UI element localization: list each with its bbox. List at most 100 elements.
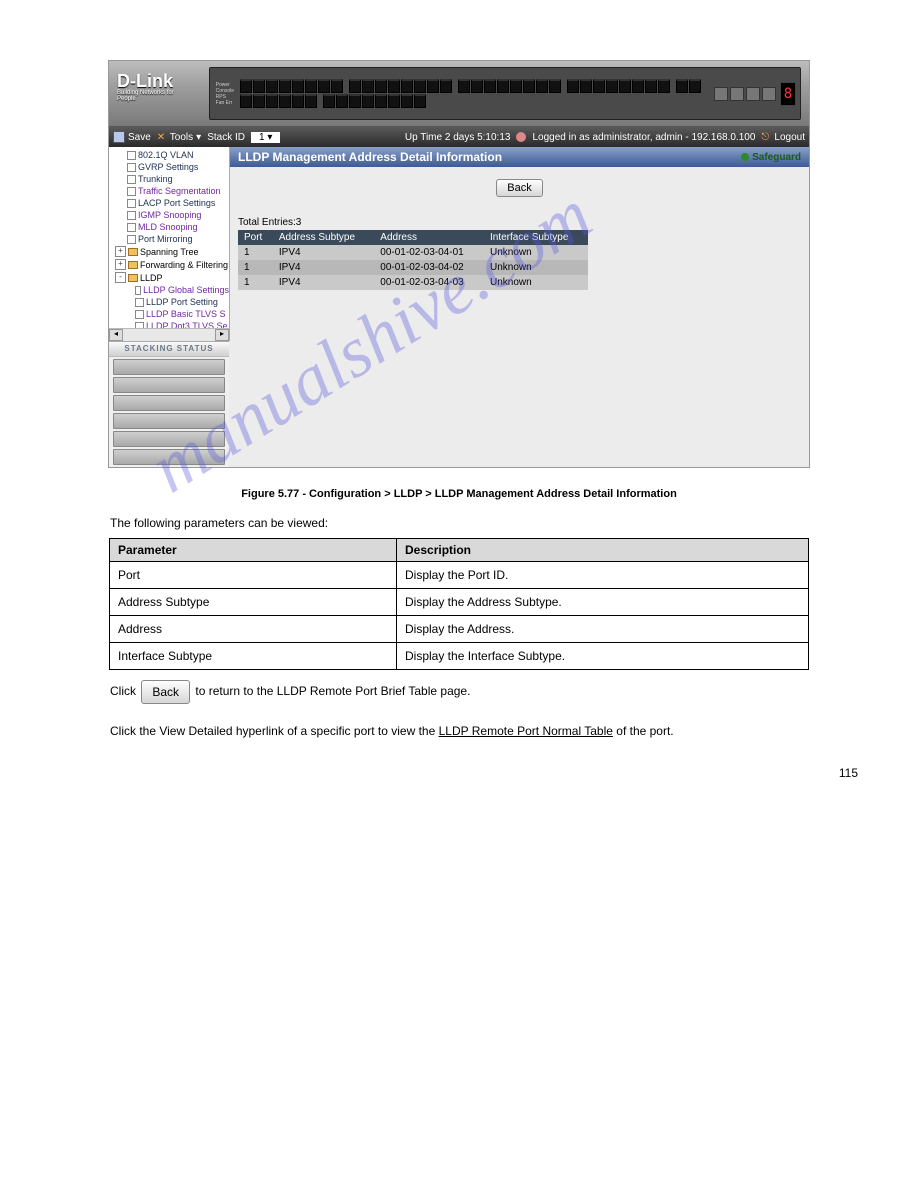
tree-item[interactable]: +Spanning Tree — [113, 245, 229, 258]
stack-id-label: Stack ID — [207, 132, 245, 143]
folder-icon — [128, 261, 138, 269]
sfp-port — [746, 87, 760, 101]
intro-text: The following parameters can be viewed: — [110, 516, 818, 530]
tree-item[interactable]: LLDP Port Setting — [113, 296, 229, 308]
ethernet-port — [266, 94, 278, 108]
expander-icon[interactable]: + — [115, 259, 126, 270]
ethernet-port — [536, 79, 548, 93]
text-fragment: of the port. — [616, 724, 673, 738]
stack-unit[interactable] — [113, 413, 225, 429]
table-cell: 1 — [238, 275, 273, 290]
page-title: LLDP Management Address Detail Informati… — [238, 150, 502, 164]
param-header: Description — [397, 539, 809, 562]
parameter-table: Parameter Description PortDisplay the Po… — [109, 538, 809, 670]
text-fragment: Click the View Detailed hyperlink of a s… — [110, 724, 439, 738]
expander-icon[interactable]: + — [115, 246, 126, 257]
tree-item[interactable]: -LLDP — [113, 271, 229, 284]
document-icon — [127, 199, 136, 208]
back-button[interactable]: Back — [496, 179, 542, 197]
expander-icon[interactable]: - — [115, 272, 126, 283]
tree-label: IGMP Snooping — [138, 210, 201, 220]
page-number: 115 — [839, 766, 858, 780]
stack-unit[interactable] — [113, 431, 225, 447]
led-console: Console — [216, 88, 234, 94]
tree-item[interactable]: IGMP Snooping — [113, 209, 229, 221]
stack-unit[interactable] — [113, 377, 225, 393]
table-cell: Display the Port ID. — [397, 562, 809, 589]
tree-item[interactable]: +Forwarding & Filtering — [113, 258, 229, 271]
table-cell: 00-01-02-03-04-01 — [374, 245, 484, 260]
ethernet-port — [401, 79, 413, 93]
ethernet-port — [580, 79, 592, 93]
tree-label: GVRP Settings — [138, 162, 198, 172]
ethernet-port — [658, 79, 670, 93]
tree-label: LLDP Basic TLVS S — [146, 309, 226, 319]
tree-hscroll[interactable]: ◂ ▸ — [109, 328, 229, 341]
table-row: 1IPV400-01-02-03-04-01Unknown — [238, 245, 588, 260]
stack-unit[interactable] — [113, 359, 225, 375]
tree-label: LACP Port Settings — [138, 198, 215, 208]
document-icon — [127, 187, 136, 196]
tree-item[interactable]: GVRP Settings — [113, 161, 229, 173]
ethernet-port — [253, 94, 265, 108]
scroll-right-icon[interactable]: ▸ — [215, 329, 229, 341]
document-icon — [127, 151, 136, 160]
uptime-text: Up Time 2 days 5:10:13 — [405, 132, 511, 143]
ethernet-port — [645, 79, 657, 93]
ethernet-port — [523, 79, 535, 93]
tree-label: Trunking — [138, 174, 173, 184]
ethernet-port — [427, 79, 439, 93]
brand-tagline: Building Networks for People — [117, 90, 193, 102]
document-icon — [127, 211, 136, 220]
device-header: D-Link Building Networks for People Powe… — [109, 61, 809, 127]
login-text: Logged in as administrator, admin - 192.… — [532, 132, 755, 143]
tree-item[interactable]: Port Mirroring — [113, 233, 229, 245]
tree-item[interactable]: LLDP Global Settings — [113, 284, 229, 296]
ethernet-port — [388, 79, 400, 93]
table-row: 1IPV400-01-02-03-04-03Unknown — [238, 275, 588, 290]
ethernet-port — [331, 79, 343, 93]
content-body: Back Total Entries:3 PortAddress Subtype… — [230, 167, 809, 467]
table-row: 1IPV400-01-02-03-04-02Unknown — [238, 260, 588, 275]
tree-item[interactable]: Trunking — [113, 173, 229, 185]
logout-button[interactable]: ⎋ Logout — [761, 132, 805, 143]
stack-id-value: 1 — [259, 132, 265, 143]
main-split: 802.1Q VLANGVRP Settings TrunkingTraffic … — [109, 147, 809, 467]
stack-unit[interactable] — [113, 449, 225, 465]
link-text: LLDP Remote Port Normal Table — [439, 724, 613, 738]
scroll-left-icon[interactable]: ◂ — [109, 329, 123, 341]
stack-id-select[interactable]: 1 ▾ — [251, 132, 280, 143]
tools-label: Tools — [170, 132, 193, 143]
save-label: Save — [128, 132, 151, 143]
tree-item[interactable]: LLDP Basic TLVS S — [113, 308, 229, 320]
tree-item[interactable]: MLD Snooping — [113, 221, 229, 233]
table-row: AddressDisplay the Address. — [110, 616, 809, 643]
ethernet-port — [240, 94, 252, 108]
tree-item[interactable]: LACP Port Settings — [113, 197, 229, 209]
ethernet-port — [375, 79, 387, 93]
tools-menu[interactable]: ✕ Tools ▾ — [157, 132, 201, 143]
tree-item[interactable]: 802.1Q VLAN — [113, 149, 229, 161]
ethernet-port — [388, 94, 400, 108]
ethernet-port — [567, 79, 579, 93]
table-cell: 1 — [238, 245, 273, 260]
content-pane: LLDP Management Address Detail Informati… — [230, 147, 809, 467]
ethernet-port — [279, 94, 291, 108]
text-fragment: Click — [110, 684, 139, 698]
ethernet-port — [676, 79, 688, 93]
document-icon — [135, 286, 141, 295]
tree-label: LLDP Port Setting — [146, 297, 218, 307]
tree-item[interactable]: Traffic Segmentation — [113, 185, 229, 197]
stack-unit[interactable] — [113, 395, 225, 411]
ethernet-port — [318, 79, 330, 93]
ethernet-port — [440, 79, 452, 93]
ethernet-port — [305, 94, 317, 108]
ethernet-port — [549, 79, 561, 93]
tree-label: MLD Snooping — [138, 222, 198, 232]
safeguard-icon — [741, 153, 749, 161]
save-button[interactable]: Save — [113, 131, 151, 143]
table-row: Address SubtypeDisplay the Address Subty… — [110, 589, 809, 616]
table-cell: IPV4 — [273, 260, 374, 275]
ethernet-port — [279, 79, 291, 93]
total-entries: Total Entries:3 — [238, 217, 801, 228]
